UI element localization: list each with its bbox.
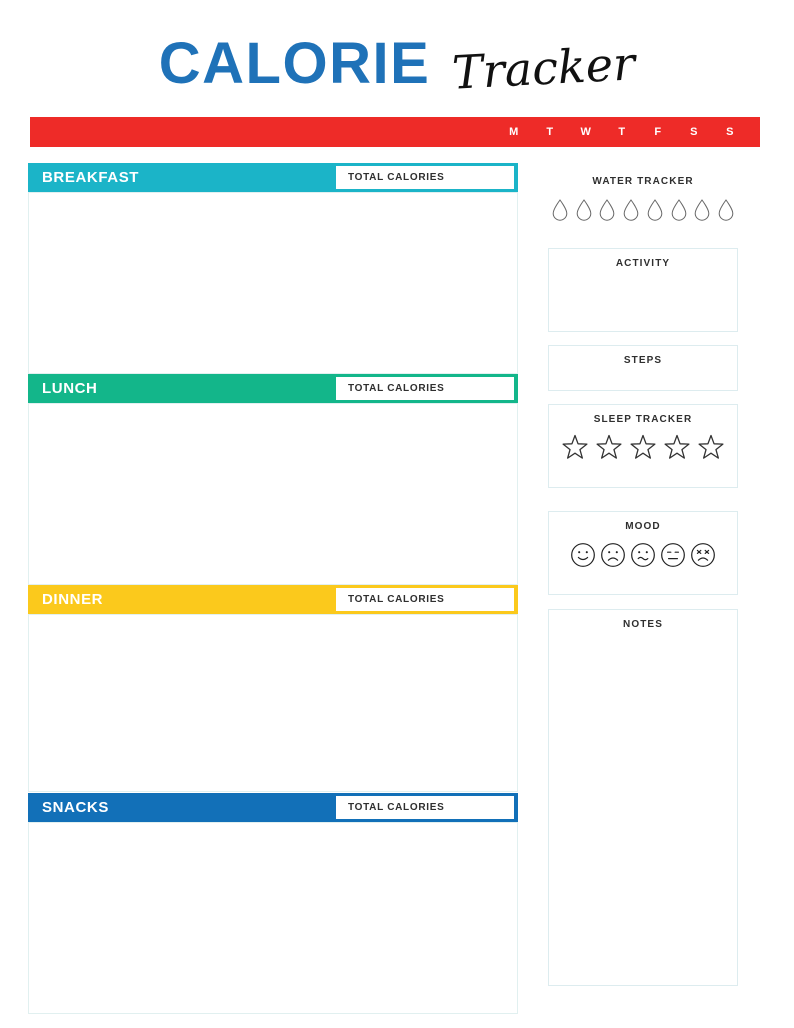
mood-label: MOOD [625,521,661,532]
star-icon[interactable] [629,434,657,467]
day-letter-1[interactable]: T [532,126,568,138]
meal-entry-area-snacks[interactable] [28,822,518,1014]
angry-face-icon[interactable] [690,542,716,573]
mood-faces-row [549,542,737,573]
notes-panel[interactable]: NOTES [548,609,738,986]
steps-label: STEPS [623,355,663,366]
confused-face-icon[interactable] [630,542,656,573]
meal-header-dinner: DINNER TOTAL CALORIES [28,585,518,614]
day-letter-6[interactable]: S [712,126,748,138]
day-letter-4[interactable]: F [640,126,676,138]
water-drop-icon[interactable] [551,198,569,227]
water-drop-icon[interactable] [575,198,593,227]
activity-label: ACTIVITY [615,258,671,269]
total-calories-label: TOTAL CALORIES [348,594,445,605]
meal-header-snacks: SNACKS TOTAL CALORIES [28,793,518,822]
meal-entry-area-lunch[interactable] [28,403,518,585]
neutral-face-icon[interactable] [660,542,686,573]
star-icon[interactable] [697,434,725,467]
mood-panel[interactable]: MOOD [548,511,738,595]
water-drop-icon[interactable] [717,198,735,227]
steps-panel[interactable]: STEPS [548,345,738,391]
meal-header-lunch: LUNCH TOTAL CALORIES [28,374,518,403]
meal-title: BREAKFAST [42,169,140,186]
meal-entry-area-breakfast[interactable] [28,192,518,374]
total-calories-field[interactable]: TOTAL CALORIES [336,166,514,189]
meal-section-lunch: LUNCH TOTAL CALORIES [28,374,518,585]
meal-title: LUNCH [42,380,98,397]
meal-section-breakfast: BREAKFAST TOTAL CALORIES [28,163,518,374]
total-calories-label: TOTAL CALORIES [348,172,445,183]
day-letter-5[interactable]: S [676,126,712,138]
sad-face-icon[interactable] [600,542,626,573]
happy-face-icon[interactable] [570,542,596,573]
water-drop-icon[interactable] [646,198,664,227]
star-icon[interactable] [595,434,623,467]
sleep-tracker-panel[interactable]: SLEEP TRACKER [548,404,738,488]
total-calories-label: TOTAL CALORIES [348,383,445,394]
page-title: CALORIE Tracker [0,28,794,100]
water-drop-icon[interactable] [622,198,640,227]
meal-title: SNACKS [42,799,109,816]
water-drop-icon[interactable] [693,198,711,227]
sleep-tracker-label: SLEEP TRACKER [593,414,693,425]
day-letter-2[interactable]: W [568,126,604,138]
meal-title: DINNER [42,591,104,608]
total-calories-label: TOTAL CALORIES [348,802,445,813]
water-tracker-drops [548,198,738,227]
star-icon[interactable] [663,434,691,467]
activity-panel[interactable]: ACTIVITY [548,248,738,332]
water-drop-icon[interactable] [670,198,688,227]
notes-label: NOTES [623,619,663,630]
meal-section-dinner: DINNER TOTAL CALORIES [28,585,518,792]
day-letter-3[interactable]: T [604,126,640,138]
title-calorie: CALORIE [158,31,431,96]
total-calories-field[interactable]: TOTAL CALORIES [336,796,514,819]
star-icon[interactable] [561,434,589,467]
water-tracker-label: WATER TRACKER [592,176,694,187]
day-selector-bar: MTWTFSS [30,117,760,147]
title-tracker: Tracker [450,36,637,100]
water-drop-icon[interactable] [598,198,616,227]
meal-entry-area-dinner[interactable] [28,614,518,792]
day-letter-0[interactable]: M [496,126,532,138]
total-calories-field[interactable]: TOTAL CALORIES [336,377,514,400]
meal-header-breakfast: BREAKFAST TOTAL CALORIES [28,163,518,192]
total-calories-field[interactable]: TOTAL CALORIES [336,588,514,611]
sleep-stars-row [549,434,737,467]
meal-section-snacks: SNACKS TOTAL CALORIES [28,793,518,1014]
